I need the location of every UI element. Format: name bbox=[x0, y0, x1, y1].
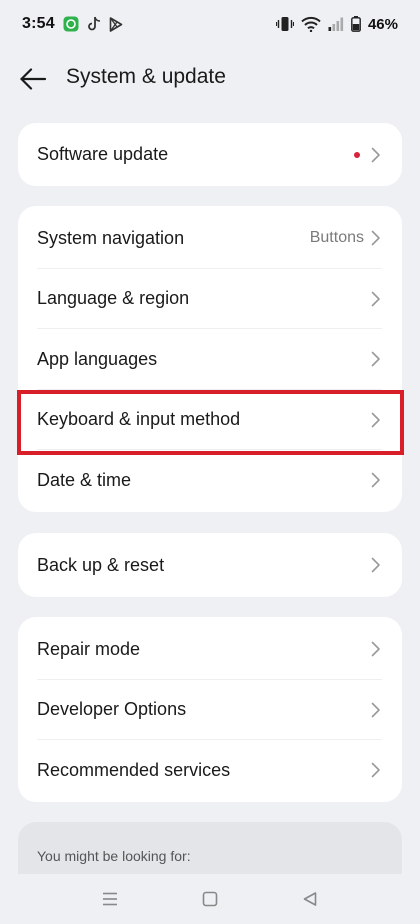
back-arrow-icon bbox=[20, 68, 47, 90]
row-label: Date & time bbox=[37, 469, 132, 490]
row-label: Keyboard & input method bbox=[37, 409, 241, 430]
repair-mode-row[interactable]: Repair mode bbox=[18, 619, 402, 680]
home-button[interactable] bbox=[190, 879, 230, 919]
tiktok-icon bbox=[87, 16, 101, 32]
update-available-dot bbox=[354, 151, 360, 158]
developer-options-row[interactable]: Developer Options bbox=[18, 680, 402, 740]
row-label: Language & region bbox=[37, 288, 190, 309]
play-store-icon bbox=[109, 16, 123, 32]
wifi-icon bbox=[301, 16, 321, 32]
nav-back-button[interactable] bbox=[290, 879, 330, 919]
settings-group-software: Software update bbox=[18, 123, 402, 186]
status-left: 3:54 bbox=[22, 15, 123, 33]
backup-reset-row[interactable]: Back up & reset bbox=[18, 533, 402, 597]
chevron-right-icon bbox=[370, 761, 382, 779]
recommended-services-row[interactable]: Recommended services bbox=[18, 740, 402, 801]
battery-icon bbox=[351, 16, 361, 32]
recents-button[interactable] bbox=[90, 879, 130, 919]
chevron-right-icon bbox=[370, 229, 382, 247]
settings-group-advanced: Repair mode Developer Options Recommende… bbox=[18, 617, 402, 802]
status-bar: 3:54 46% bbox=[0, 0, 420, 48]
vibrate-icon bbox=[275, 16, 294, 32]
status-time: 3:54 bbox=[22, 15, 55, 32]
chevron-right-icon bbox=[370, 701, 382, 719]
date-time-row[interactable]: Date & time bbox=[18, 450, 402, 511]
suggestions-label: You might be looking for: bbox=[37, 848, 191, 864]
software-update-row[interactable]: Software update bbox=[18, 123, 402, 186]
signal-icon bbox=[328, 17, 344, 31]
row-label: Developer Options bbox=[37, 699, 187, 720]
chevron-right-icon bbox=[370, 640, 382, 658]
menu-icon bbox=[103, 892, 117, 906]
chevron-right-icon bbox=[370, 146, 382, 164]
row-label: Software update bbox=[37, 144, 169, 164]
home-square-icon bbox=[202, 891, 218, 907]
app-languages-row[interactable]: App languages bbox=[18, 329, 402, 390]
chevron-right-icon bbox=[370, 350, 382, 368]
row-value: Buttons bbox=[309, 229, 364, 247]
row-label: App languages bbox=[37, 348, 158, 369]
page-title: System & update bbox=[66, 65, 226, 88]
row-label: Repair mode bbox=[37, 638, 141, 659]
messaging-app-icon bbox=[63, 16, 79, 32]
battery-percent: 46% bbox=[367, 15, 398, 33]
system-navigation-row[interactable]: System navigation Buttons bbox=[18, 208, 402, 269]
chevron-right-icon bbox=[370, 411, 382, 429]
language-region-row[interactable]: Language & region bbox=[18, 269, 402, 329]
chevron-right-icon bbox=[370, 471, 382, 489]
settings-group-backup: Back up & reset bbox=[18, 533, 402, 597]
row-label: Back up & reset bbox=[37, 554, 165, 575]
app-bar: System & update bbox=[0, 52, 420, 104]
keyboard-input-method-row[interactable]: Keyboard & input method bbox=[18, 390, 402, 450]
system-nav-bar bbox=[0, 874, 420, 924]
back-triangle-icon bbox=[303, 892, 317, 906]
row-label: System navigation bbox=[37, 227, 185, 248]
row-label: Recommended services bbox=[37, 759, 231, 780]
back-button[interactable] bbox=[16, 62, 50, 96]
chevron-right-icon bbox=[370, 556, 382, 574]
status-right: 46% bbox=[275, 15, 398, 33]
chevron-right-icon bbox=[370, 290, 382, 308]
settings-group-system: System navigation Buttons Language & reg… bbox=[18, 206, 402, 512]
